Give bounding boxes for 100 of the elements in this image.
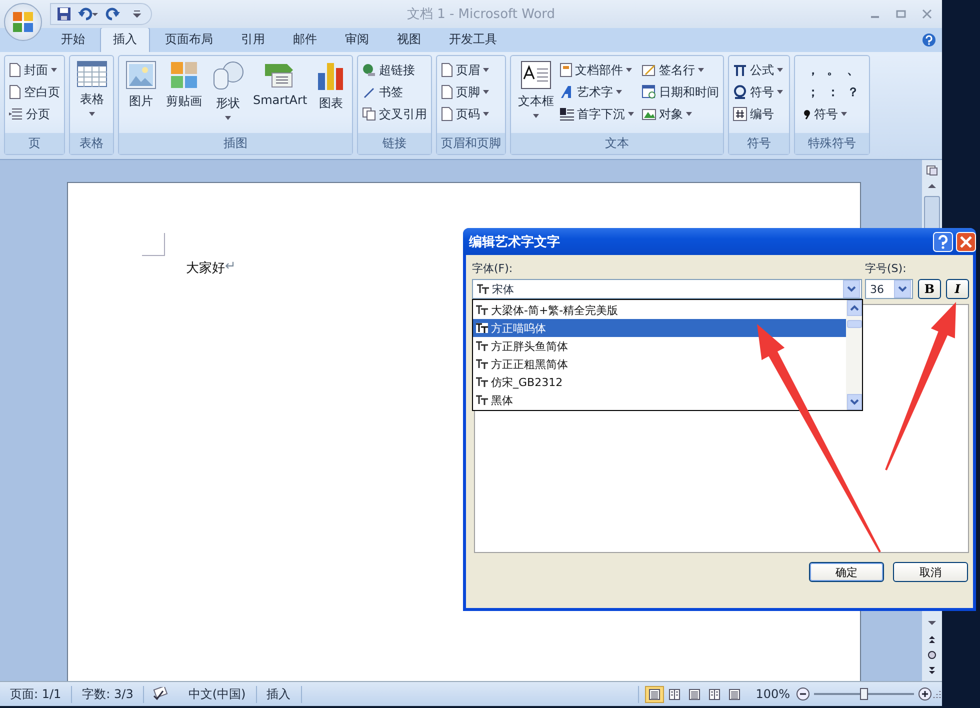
ribbon-button[interactable]: 公式 <box>733 59 786 81</box>
punctuation-button[interactable]: ： <box>823 81 844 103</box>
window-title: 文档 1 - Microsoft Word <box>406 6 556 23</box>
punctuation-button[interactable]: 。 <box>823 59 844 81</box>
ribbon-tab[interactable]: 插入 <box>100 27 150 52</box>
help-icon[interactable] <box>933 232 953 252</box>
document-icon <box>441 85 454 99</box>
office-button[interactable] <box>4 3 42 41</box>
scroll-down-icon[interactable] <box>850 399 858 405</box>
ribbon-button[interactable]: SmartArt <box>250 59 310 130</box>
zoom-slider-thumb[interactable] <box>860 688 868 700</box>
ribbon-button[interactable]: 封面 <box>9 59 60 81</box>
font-list-item[interactable]: 方正喵呜体 <box>473 319 846 337</box>
cancel-button[interactable]: 取消 <box>893 562 968 582</box>
view-button[interactable] <box>644 686 664 702</box>
ribbon-button[interactable]: 交叉引用 <box>362 103 428 125</box>
scrollbar-thumb[interactable] <box>846 320 862 328</box>
font-dropdown[interactable]: 宋体 <box>472 279 862 299</box>
ribbon-button[interactable]: 超链接 <box>362 59 428 81</box>
cross-reference-icon <box>362 107 376 121</box>
truetype-font-icon <box>477 284 489 294</box>
ribbon-button[interactable]: 首字下沉 <box>560 103 636 125</box>
ribbon-button[interactable]: 编号 <box>733 103 786 125</box>
document-icon <box>441 63 454 77</box>
table-icon <box>77 61 107 87</box>
chevron-down-icon <box>847 286 856 292</box>
bold-button[interactable]: B <box>918 279 941 299</box>
scroll-up-icon[interactable] <box>850 305 858 311</box>
ribbon-button[interactable]: 对象 <box>642 103 720 125</box>
ok-button[interactable]: 确定 <box>809 562 884 582</box>
ribbon-button[interactable]: 符号 <box>803 103 862 125</box>
page-count[interactable]: 页面: 1/1 <box>0 686 72 702</box>
browse-object-icon[interactable] <box>926 649 938 661</box>
ribbon-button[interactable]: 形状 <box>209 59 246 130</box>
font-list-item[interactable]: 黑体 <box>473 391 846 409</box>
resize-grip-icon[interactable] <box>932 689 942 699</box>
ribbon-tab[interactable]: 开发工具 <box>436 27 510 52</box>
dropdown-arrow-icon <box>698 68 704 72</box>
ribbon-button[interactable]: 文档部件 <box>560 59 636 81</box>
ribbon-button[interactable]: 签名行 <box>642 59 720 81</box>
zoom-in-icon[interactable] <box>918 687 932 701</box>
word-count[interactable]: 字数: 3/3 <box>72 686 144 702</box>
ribbon-button[interactable]: 日期和时间 <box>642 81 720 103</box>
zoom-level[interactable]: 100% <box>750 687 796 701</box>
ribbon-button[interactable]: 图片 <box>123 59 159 130</box>
italic-button[interactable]: I <box>946 279 969 299</box>
help-icon[interactable] <box>922 33 936 47</box>
ribbon-tab[interactable]: 开始 <box>48 27 98 52</box>
ribbon-tab[interactable]: 引用 <box>228 27 278 52</box>
font-list-item[interactable]: 大梁体-简+繁-精全完美版 <box>473 301 846 319</box>
dropdown-arrow-icon <box>225 116 231 120</box>
ribbon-button[interactable]: 图表 <box>314 59 348 130</box>
ribbon-button[interactable]: 书签 <box>362 81 428 103</box>
list-scrollbar[interactable] <box>846 300 862 410</box>
ribbon-button[interactable]: 分页 <box>9 103 60 125</box>
undo-icon[interactable] <box>77 7 99 21</box>
ribbon-button[interactable]: 剪贴画 <box>163 59 205 130</box>
ribbon-button[interactable]: 表格 <box>74 59 109 130</box>
omega-icon <box>733 85 748 99</box>
picture-icon <box>126 61 156 89</box>
dropdown-arrow-icon <box>777 90 784 94</box>
margin-corner-mark <box>142 233 165 256</box>
ruler-toggle-icon[interactable] <box>926 164 938 176</box>
ribbon-button[interactable]: 页脚 <box>441 81 492 103</box>
size-dropdown[interactable]: 36 <box>865 279 913 299</box>
customize-menu-icon[interactable] <box>133 9 141 19</box>
dropdown-arrow-icon <box>777 68 784 72</box>
document-icon <box>9 85 21 99</box>
font-list-item[interactable]: 方正胖头鱼简体 <box>473 337 846 355</box>
ribbon-tab[interactable]: 邮件 <box>280 27 330 52</box>
document-parts-icon <box>560 63 572 77</box>
ribbon-button[interactable]: 文本框 <box>515 59 556 130</box>
zoom-out-icon[interactable] <box>796 687 810 701</box>
text-box-icon <box>521 61 552 89</box>
page-break-icon <box>9 107 23 121</box>
punctuation-button[interactable]: ？ <box>843 81 864 103</box>
punctuation-button[interactable]: 、 <box>843 59 864 81</box>
ribbon-tab[interactable]: 审阅 <box>332 27 382 52</box>
dropdown-arrow-icon <box>483 112 490 116</box>
ribbon-button[interactable]: 符号 <box>733 81 786 103</box>
ribbon-button[interactable]: 页眉 <box>441 59 492 81</box>
ribbon-button[interactable]: 空白页 <box>9 81 60 103</box>
view-icon <box>648 688 660 700</box>
group-label: 文本 <box>511 133 724 154</box>
save-icon[interactable] <box>57 7 71 21</box>
ribbon-tab[interactable]: 页面布局 <box>152 27 226 52</box>
font-label: 字体(F): <box>472 261 514 276</box>
language-indicator[interactable]: 中文(中国) <box>178 686 257 702</box>
font-list-item[interactable]: 方正正粗黑简体 <box>473 355 846 373</box>
font-list-item[interactable]: 仿宋_GB2312 <box>473 373 846 391</box>
ribbon-button[interactable]: 艺术字 <box>560 81 636 103</box>
dropdown-arrow-icon <box>626 68 632 72</box>
signature-pen-icon <box>642 63 656 77</box>
punctuation-button[interactable]: ， <box>803 59 824 81</box>
insert-mode-indicator[interactable]: 插入 <box>256 686 302 702</box>
dropdown-arrow-icon <box>686 112 692 116</box>
punctuation-button[interactable]: ； <box>803 81 824 103</box>
ribbon-tab[interactable]: 视图 <box>384 27 434 52</box>
ribbon-button[interactable]: 页码 <box>441 103 492 125</box>
logo <box>10 9 36 35</box>
